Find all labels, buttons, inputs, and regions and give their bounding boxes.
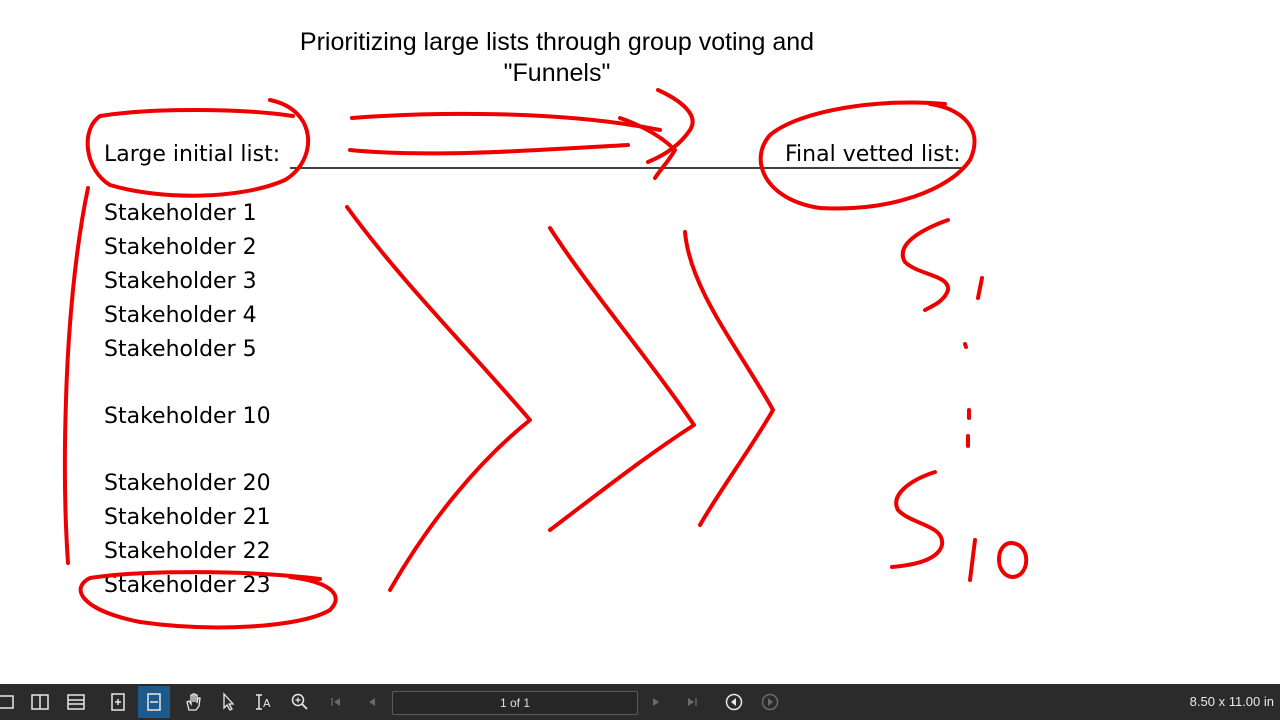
document-page: Prioritizing large lists through group v…: [0, 0, 1280, 684]
text-select-icon[interactable]: A: [248, 686, 280, 718]
ink-handwritten-s1: [900, 218, 950, 312]
ink-circle-right-header: [758, 100, 977, 211]
page-size-label: 8.50 x 11.00 in: [1189, 694, 1274, 709]
ink-handwritten-ten-zero: [997, 541, 1029, 579]
last-page-icon[interactable]: [676, 686, 708, 718]
fit-width-icon[interactable]: [138, 686, 170, 718]
go-back-icon[interactable]: [718, 686, 750, 718]
ink-arrow-line-top: [350, 111, 662, 132]
next-page-icon[interactable]: [640, 686, 672, 718]
ink-handwritten-s10: [890, 470, 945, 569]
go-forward-icon[interactable]: [754, 686, 786, 718]
pan-hand-icon[interactable]: [177, 686, 209, 718]
fit-page-icon[interactable]: [102, 686, 134, 718]
ink-dot: [963, 342, 968, 349]
single-page-view-icon[interactable]: [24, 686, 56, 718]
ink-handwritten-one: [976, 276, 984, 300]
svg-text:A: A: [263, 697, 271, 710]
first-page-icon[interactable]: [320, 686, 352, 718]
ink-handwritten-ten-one: [968, 538, 977, 582]
ink-funnel-chevron-3: [683, 230, 775, 527]
sidebar-icon[interactable]: [0, 686, 22, 718]
ink-circle-left-header: [85, 98, 310, 198]
viewer-toolbar: A 1 of 1 8.50 x 11.00 in: [0, 684, 1280, 720]
pointer-icon[interactable]: [212, 686, 244, 718]
ink-funnel-chevron-2: [548, 226, 696, 532]
zoom-icon[interactable]: [284, 686, 316, 718]
ink-arrow-line-bottom: [348, 143, 630, 156]
red-ink-annotations: [62, 88, 1029, 630]
page-number-input[interactable]: 1 of 1: [392, 691, 638, 715]
previous-page-icon[interactable]: [356, 686, 388, 718]
ink-circle-last-item: [78, 570, 338, 630]
ink-bracket: [62, 186, 90, 565]
continuous-view-icon[interactable]: [60, 686, 92, 718]
ink-funnel-chevron-1: [345, 205, 532, 592]
ink-arrow-head: [618, 88, 695, 180]
